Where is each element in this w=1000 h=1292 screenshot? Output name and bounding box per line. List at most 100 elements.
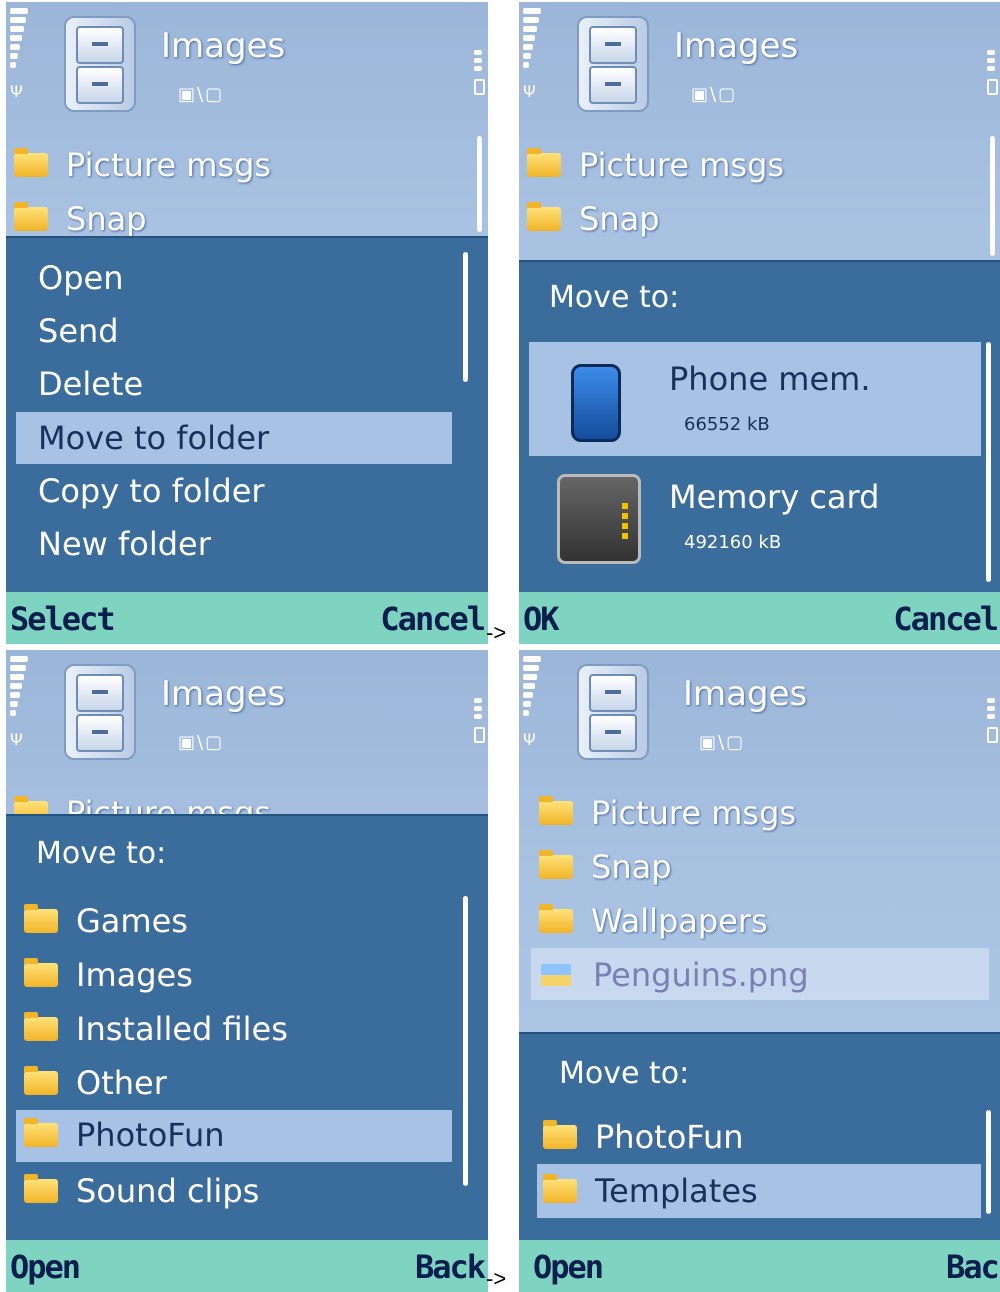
list-item[interactable]: Snap xyxy=(527,194,660,244)
menu-item-new-folder[interactable]: New folder xyxy=(16,518,452,570)
signal-strength-icon xyxy=(523,656,541,726)
menu-item-copy-to-folder[interactable]: Copy to folder xyxy=(16,465,452,517)
softkey-right[interactable]: Cancel xyxy=(380,600,486,638)
destination-size: 66552 kB xyxy=(684,414,770,435)
softkey-left[interactable]: OK xyxy=(523,600,560,638)
softkey-bar: Open Back xyxy=(6,1240,488,1292)
folder-icon xyxy=(539,796,573,825)
file-manager-icon xyxy=(577,664,649,760)
transition-arrow: -> xyxy=(486,620,507,645)
dialog-scrollbar[interactable] xyxy=(463,896,468,1186)
destination-memory-card[interactable]: Memory card 492160 kB xyxy=(529,460,981,574)
softkey-bar: OK Cancel xyxy=(519,592,1000,644)
folder-icon xyxy=(14,148,48,177)
scrollbar[interactable] xyxy=(477,136,482,232)
memory-indicator-icon: ▣\▢ xyxy=(699,732,746,753)
folder-icon xyxy=(543,1174,577,1203)
folder-item-sound-clips[interactable]: Sound clips xyxy=(24,1166,259,1216)
menu-item-send[interactable]: Send xyxy=(16,305,452,357)
move-to-dialog: Move to: Phone mem. 66552 kB Memory card… xyxy=(519,260,1000,592)
folder-icon xyxy=(527,202,561,231)
list-item[interactable]: Wallpapers xyxy=(539,896,768,946)
app-title: Images xyxy=(161,674,286,714)
list-item[interactable]: Snap xyxy=(539,842,672,892)
antenna-icon: Ψ xyxy=(10,82,23,101)
menu-item-open[interactable]: Open xyxy=(16,252,452,304)
destination-name: Memory card xyxy=(669,478,880,516)
battery-icon xyxy=(474,50,485,110)
folder-icon xyxy=(527,148,561,177)
folder-icon xyxy=(14,202,48,231)
dialog-title: Move to: xyxy=(549,280,680,315)
list-item[interactable]: Picture msgs xyxy=(14,140,271,190)
folder-item-templates[interactable]: Templates xyxy=(543,1166,758,1216)
folder-icon xyxy=(24,904,58,933)
memory-indicator-icon: ▣\▢ xyxy=(691,84,738,105)
folder-icon xyxy=(539,850,573,879)
folder-item-installed-files[interactable]: Installed files xyxy=(24,1004,288,1054)
file-manager-icon xyxy=(64,664,136,760)
folder-icon xyxy=(24,1012,58,1041)
folder-icon xyxy=(539,904,573,933)
softkey-bar: Select Cancel xyxy=(6,592,488,644)
folder-item-photofun[interactable]: PhotoFun xyxy=(16,1110,452,1162)
move-to-dialog: Move to: Games Images Installed files Ot… xyxy=(6,814,488,1240)
memory-card-icon xyxy=(557,474,641,564)
memory-indicator-icon: ▣\▢ xyxy=(178,84,225,105)
folder-item-other[interactable]: Other xyxy=(24,1058,167,1108)
folder-icon xyxy=(24,1174,58,1203)
screen-4: Ψ Images ▣\▢ Picture msgs Snap Wallpaper… xyxy=(519,650,1000,1292)
folder-item-images[interactable]: Images xyxy=(24,950,193,1000)
transition-arrow: -> xyxy=(486,1266,507,1291)
destination-phone-memory[interactable]: Phone mem. 66552 kB xyxy=(529,342,981,456)
antenna-icon: Ψ xyxy=(523,730,536,749)
list-item[interactable]: Picture msgs xyxy=(527,140,784,190)
battery-icon xyxy=(987,50,998,110)
move-to-dialog: Move to: PhotoFun Templates xyxy=(519,1032,1000,1240)
menu-scrollbar[interactable] xyxy=(463,252,468,382)
image-file-icon xyxy=(541,964,571,986)
phone-icon xyxy=(571,364,621,442)
file-manager-icon xyxy=(577,16,649,112)
antenna-icon: Ψ xyxy=(10,730,23,749)
file-manager-icon xyxy=(64,16,136,112)
softkey-left[interactable]: Select xyxy=(10,600,116,638)
app-title: Images xyxy=(161,26,286,66)
app-title: Images xyxy=(674,26,799,66)
folder-open-icon xyxy=(543,1120,577,1149)
folder-icon xyxy=(24,1118,58,1147)
softkey-right[interactable]: Back xyxy=(415,1248,486,1286)
scrollbar[interactable] xyxy=(990,136,995,256)
file-item-penguins[interactable]: Penguins.png xyxy=(541,950,809,1000)
signal-strength-icon xyxy=(10,656,28,726)
antenna-icon: Ψ xyxy=(523,82,536,101)
battery-icon xyxy=(987,698,998,758)
folder-icon xyxy=(24,958,58,987)
softkey-left[interactable]: Open xyxy=(10,1248,81,1286)
dialog-scrollbar[interactable] xyxy=(986,342,991,582)
dialog-scrollbar[interactable] xyxy=(986,1110,991,1214)
list-item[interactable]: Picture msgs xyxy=(539,788,796,838)
softkey-bar: Open Back xyxy=(519,1240,1000,1292)
memory-indicator-icon: ▣\▢ xyxy=(178,732,225,753)
softkey-left[interactable]: Open xyxy=(533,1248,604,1286)
folder-item-photofun[interactable]: PhotoFun xyxy=(543,1112,744,1162)
app-title: Images xyxy=(683,674,808,714)
destination-size: 492160 kB xyxy=(684,532,782,553)
screen-3: Ψ Images ▣\▢ Picture msgs Move to: Games… xyxy=(6,650,488,1292)
screen-2: Ψ Images ▣\▢ Picture msgs Snap Move to: … xyxy=(519,2,1000,644)
battery-icon xyxy=(474,698,485,758)
options-menu: Open Send Delete Move to folder Copy to … xyxy=(6,236,488,592)
screen-1: Ψ Images ▣\▢ Picture msgs Snap Open Send… xyxy=(6,2,488,644)
destination-name: Phone mem. xyxy=(669,360,871,398)
signal-strength-icon xyxy=(523,8,541,78)
signal-strength-icon xyxy=(10,8,28,78)
softkey-right[interactable]: Cancel xyxy=(893,600,999,638)
dialog-title: Move to: xyxy=(36,836,167,871)
menu-item-move-to-folder[interactable]: Move to folder xyxy=(16,412,452,464)
folder-item-games[interactable]: Games xyxy=(24,896,188,946)
softkey-right[interactable]: Back xyxy=(946,1248,1000,1286)
menu-item-delete[interactable]: Delete xyxy=(16,358,452,410)
dialog-title: Move to: xyxy=(559,1056,690,1091)
folder-icon xyxy=(24,1066,58,1095)
